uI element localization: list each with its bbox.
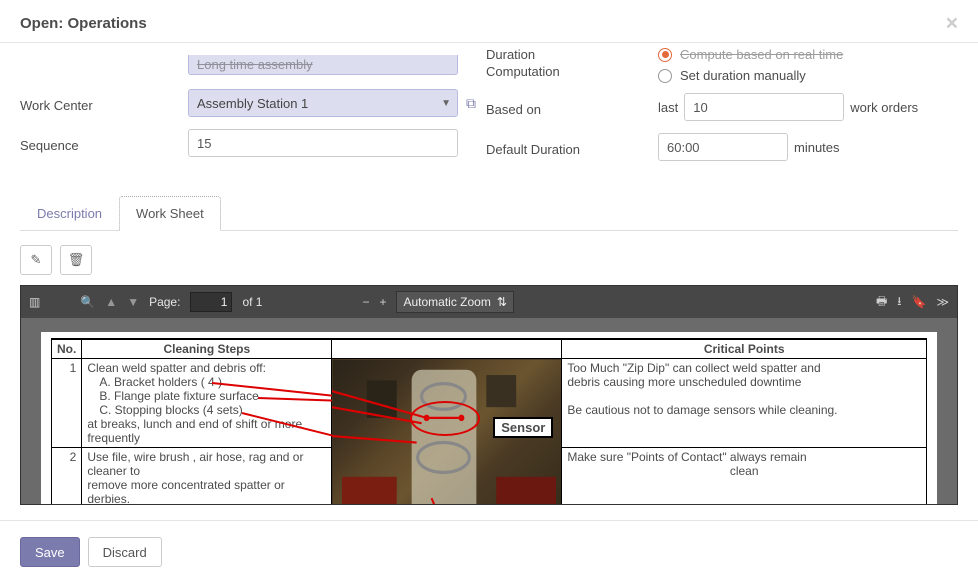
search-icon[interactable]: 🔍: [80, 295, 95, 309]
page-number-input[interactable]: [190, 292, 232, 312]
worksheet-table: No. Cleaning Steps Critical Points 1 Cle…: [51, 338, 927, 504]
radio-off-icon: [658, 69, 672, 83]
row1-critical: Too Much "Zip Dip" can collect weld spat…: [562, 359, 927, 448]
zoom-in-icon[interactable]: +: [379, 295, 386, 309]
col-critical: Critical Points: [562, 339, 927, 359]
radio-on-icon: [658, 48, 672, 62]
edit-button[interactable]: ✎: [20, 245, 52, 275]
arrow-down-icon[interactable]: ▼: [127, 295, 139, 309]
default-duration-suffix: minutes: [794, 140, 840, 155]
bookmark-icon[interactable]: 🔖: [911, 295, 926, 309]
external-link-icon[interactable]: ⧉: [466, 95, 476, 112]
based-on-suffix: work orders: [850, 100, 918, 115]
pencil-icon: ✎: [31, 252, 42, 268]
page-label: Page:: [149, 295, 180, 309]
based-on-prefix: last: [658, 100, 678, 115]
row1-no: 1: [52, 359, 82, 448]
save-button[interactable]: Save: [20, 537, 80, 567]
modal-footer: Save Discard: [0, 520, 978, 583]
row2-critical: Make sure "Points of Contact" always rem…: [562, 448, 927, 505]
long-time-assembly-select[interactable]: Long time assembly: [188, 55, 458, 75]
duration-computation-label-1: Duration: [486, 47, 535, 62]
arrow-up-icon[interactable]: ▲: [105, 295, 117, 309]
work-center-select[interactable]: Assembly Station 1 ▼: [188, 89, 458, 117]
default-duration-label: Default Duration: [486, 142, 580, 157]
zoom-out-icon[interactable]: −: [362, 295, 369, 309]
pdf-viewer: ▥ 🔍 ▲ ▼ Page: of 1 − + Automatic Zoom ⇅ …: [20, 285, 958, 505]
default-duration-input[interactable]: [658, 133, 788, 161]
sequence-label: Sequence: [20, 138, 79, 153]
sensor-label: Sensor: [493, 417, 553, 438]
radio-compute-realtime[interactable]: Compute based on real time: [658, 47, 918, 62]
page-total: of 1: [242, 295, 262, 309]
work-center-label: Work Center: [20, 98, 93, 113]
close-icon[interactable]: ×: [946, 13, 958, 34]
row2-no: 2: [52, 448, 82, 505]
tabs: Description Work Sheet: [20, 195, 958, 231]
more-icon[interactable]: ≫: [936, 295, 949, 309]
discard-button[interactable]: Discard: [88, 537, 162, 567]
col-steps: Cleaning Steps: [82, 339, 332, 359]
tab-work-sheet[interactable]: Work Sheet: [119, 196, 221, 231]
col-no: No.: [52, 339, 82, 359]
chevron-down-icon: ▼: [441, 98, 451, 109]
based-on-input[interactable]: [684, 93, 844, 121]
sequence-input[interactable]: [188, 129, 458, 157]
modal-header: Open: Operations ×: [0, 0, 978, 43]
download-icon[interactable]: ⭳: [897, 292, 901, 313]
sidebar-toggle-icon[interactable]: ▥: [29, 295, 40, 309]
delete-button[interactable]: 🗑: [60, 245, 92, 275]
modal-title: Open: Operations: [20, 15, 147, 32]
based-on-label: Based on: [486, 102, 541, 117]
tab-description[interactable]: Description: [20, 196, 119, 231]
radio-set-manually[interactable]: Set duration manually: [658, 68, 918, 83]
row2-steps: Use file, wire brush , air hose, rag and…: [82, 448, 332, 505]
print-icon[interactable]: 🖶: [876, 292, 887, 313]
updown-icon: ⇅: [497, 295, 507, 309]
zoom-select[interactable]: Automatic Zoom ⇅: [396, 291, 513, 313]
trash-icon: 🗑: [68, 252, 85, 268]
worksheet-image: Sensor: [332, 359, 562, 505]
duration-computation-label-2: Computation: [486, 64, 560, 79]
row1-steps: Clean weld spatter and debris off: A. Br…: [82, 359, 332, 448]
